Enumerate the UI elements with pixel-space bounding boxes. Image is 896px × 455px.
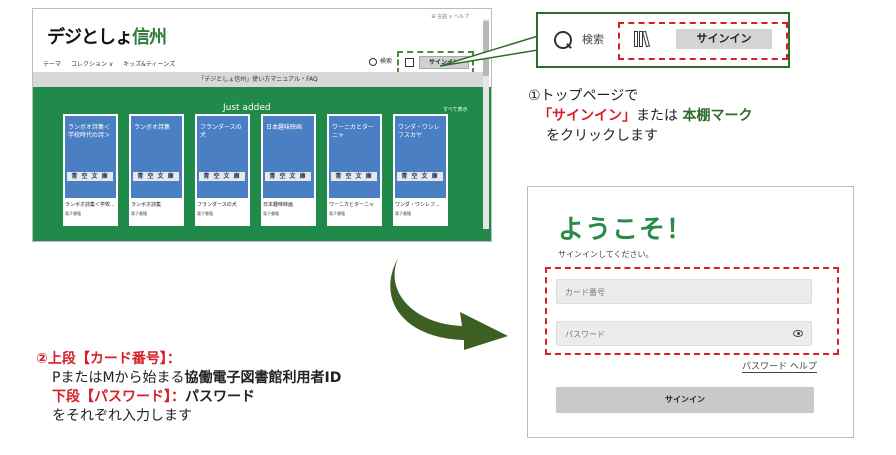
book-card[interactable]: ワーニカとターニャ青 空 文 庫 ワーニカとターニャ 電子書籍 bbox=[327, 114, 382, 226]
signin-subtitle: サインインしてください。 bbox=[558, 250, 654, 259]
book-format: 電子書籍 bbox=[65, 211, 81, 216]
book-title: ランボオ詩集 bbox=[131, 202, 162, 208]
step2-line3: 下段【パスワード】：パスワード bbox=[52, 389, 255, 405]
book-title: ランボオ詩集＜学校... bbox=[65, 202, 115, 208]
book-cover: 日本趣味映画青 空 文 庫 bbox=[263, 116, 314, 198]
card-number-placeholder: カード番号 bbox=[565, 288, 605, 297]
zoom-signin-button[interactable]: サインイン bbox=[676, 29, 772, 49]
book-format: 電子書籍 bbox=[329, 211, 345, 216]
password-input[interactable]: パスワード bbox=[556, 321, 812, 346]
step2-line1: ②上段【カード番号】： bbox=[36, 351, 181, 367]
section-title: Just added bbox=[223, 103, 271, 113]
step2-line4: をそれぞれ入力します bbox=[52, 408, 192, 424]
step1-line2: 「サインイン」または 本棚マーク bbox=[538, 108, 753, 124]
card-number-input[interactable]: カード番号 bbox=[556, 279, 812, 304]
signin-button[interactable]: サインイン bbox=[556, 387, 814, 413]
book-title: ワーニカとターニャ bbox=[329, 202, 375, 208]
zoom-callout: 検索 サインイン bbox=[536, 12, 790, 68]
book-card[interactable]: ランボオ詩集＜学校時代の詩＞青 空 文 庫 ランボオ詩集＜学校... 電子書籍 bbox=[63, 114, 118, 226]
nav-item-collection[interactable]: コレクション ∨ bbox=[71, 61, 113, 68]
zoom-search-label[interactable]: 検索 bbox=[582, 31, 604, 47]
logo-text: デジとしょ bbox=[47, 27, 133, 48]
book-cover: フランダースの犬青 空 文 庫 bbox=[197, 116, 248, 198]
book-card[interactable]: ワンダ・ワシレフスカヤ青 空 文 庫 ワンダ・ワシレフ... 電子書籍 bbox=[393, 114, 448, 226]
book-format: 電子書籍 bbox=[395, 211, 411, 216]
curved-arrow bbox=[390, 258, 508, 350]
book-card[interactable]: ランボオ詩集青 空 文 庫 ランボオ詩集 電子書籍 bbox=[129, 114, 184, 226]
step1-instruction: ①トップページで 「サインイン」または 本棚マーク をクリックします bbox=[528, 86, 752, 146]
nav-item-theme[interactable]: テーマ bbox=[43, 61, 61, 68]
step2-line2: PまたはMから始まる協働電子図書館利用者ID bbox=[52, 370, 342, 386]
password-help-link[interactable]: パスワード ヘルプ bbox=[742, 359, 817, 373]
step2-instruction: ②上段【カード番号】： PまたはMから始まる協働電子図書館利用者ID 下段【パス… bbox=[36, 350, 341, 426]
book-format: 電子書籍 bbox=[131, 211, 147, 216]
book-format: 電子書籍 bbox=[263, 211, 279, 216]
book-card[interactable]: フランダースの犬青 空 文 庫 フランダースの犬 電子書籍 bbox=[195, 114, 250, 226]
signin-panel: ようこそ！ サインインしてください。 カード番号 パスワード パスワード ヘルプ… bbox=[527, 186, 854, 438]
book-cover: ワーニカとターニャ青 空 文 庫 bbox=[329, 116, 380, 198]
logo-text-green: 信州 bbox=[132, 27, 167, 48]
password-placeholder: パスワード bbox=[565, 330, 605, 339]
search-button[interactable]: 検索 bbox=[369, 56, 392, 66]
book-title: ワンダ・ワシレフ... bbox=[395, 202, 440, 208]
book-title: フランダースの犬 bbox=[197, 202, 237, 208]
book-cover: ワンダ・ワシレフスカヤ青 空 文 庫 bbox=[395, 116, 446, 198]
step1-line1: ①トップページで bbox=[528, 88, 639, 104]
step1-line3: をクリックします bbox=[546, 128, 658, 144]
book-cover: ランボオ詩集＜学校時代の詩＞青 空 文 庫 bbox=[65, 116, 116, 198]
book-title: 日本趣味映画 bbox=[263, 202, 294, 208]
search-label: 検索 bbox=[380, 58, 393, 65]
site-logo[interactable]: デジとしょ信州 bbox=[47, 23, 167, 49]
book-cover: ランボオ詩集青 空 文 庫 bbox=[131, 116, 182, 198]
eye-icon[interactable] bbox=[793, 330, 803, 337]
search-icon bbox=[369, 57, 377, 66]
callout-pointer bbox=[440, 36, 539, 67]
book-format: 電子書籍 bbox=[197, 211, 213, 216]
bookshelf-icon[interactable] bbox=[634, 30, 651, 48]
nav-item-kids-teens[interactable]: キッズ&ティーンズ bbox=[123, 61, 175, 68]
browser-screenshot: デジとしょ信州 ⊞ 言語 ∨ ヘルプ テーマ コレクション ∨ キッズ&ティーン… bbox=[32, 8, 492, 242]
see-all-link[interactable]: すべて表示 bbox=[443, 106, 467, 113]
main-nav: テーマ コレクション ∨ キッズ&ティーンズ bbox=[43, 59, 183, 68]
manual-banner[interactable]: 「デジとしょ信州」使い方マニュアル・FAQ bbox=[33, 72, 483, 87]
welcome-heading: ようこそ！ bbox=[558, 215, 694, 245]
book-card[interactable]: 日本趣味映画青 空 文 庫 日本趣味映画 電子書籍 bbox=[261, 114, 316, 226]
top-utility-links[interactable]: ⊞ 言語 ∨ ヘルプ bbox=[431, 13, 469, 20]
